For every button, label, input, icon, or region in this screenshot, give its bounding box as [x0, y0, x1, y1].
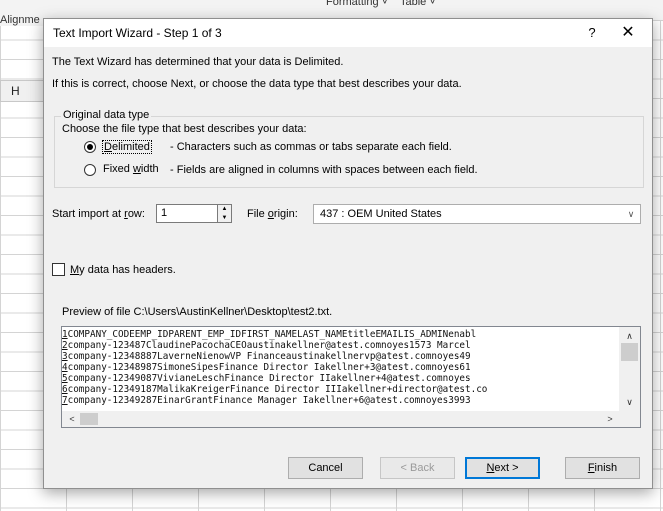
headers-accesskey: M	[70, 264, 80, 276]
scroll-up-icon[interactable]: ∧	[619, 329, 640, 343]
file-origin-label: File origin:	[247, 208, 298, 220]
preview-line: 6company-12349187MalikaKreigerFinance Di…	[62, 384, 610, 395]
fixed-width-label-post: idth	[140, 163, 159, 175]
start-row-input[interactable]: 1	[156, 204, 218, 223]
file-preview-pane[interactable]: 1COMPANY_CODEEMP_IDPARENT_EMP_IDFIRST_NA…	[61, 326, 641, 428]
my-data-has-headers-checkbox[interactable]	[52, 263, 65, 276]
chevron-down-icon: ˅	[429, 0, 436, 8]
choose-type-text: Choose the file type that best describes…	[62, 123, 307, 135]
finish-button[interactable]: Finish	[565, 457, 640, 479]
delimited-radio[interactable]	[84, 141, 96, 153]
next-label-post: ext >	[494, 462, 519, 474]
scroll-corner	[619, 411, 640, 427]
back-button[interactable]: < Back	[380, 457, 455, 479]
intro-text-2: If this is correct, choose Next, or choo…	[52, 78, 462, 90]
preview-line: 5company-12349087VivianeLeschFinance Dir…	[62, 373, 610, 384]
finish-accesskey: F	[587, 462, 595, 474]
close-button[interactable]: ✕	[618, 23, 638, 43]
start-row-label-post: ow:	[127, 208, 145, 220]
column-header-h[interactable]: H	[0, 80, 48, 102]
delimited-label-post: elimited	[111, 141, 150, 153]
ribbon-formatting[interactable]: Formatting ˅	[326, 0, 388, 8]
preview-line-text: COMPANY_CODEEMP_IDPARENT_EMP_IDFIRST_NAM…	[67, 329, 477, 340]
preview-line: 7company-12349287EinarGrantFinance Manag…	[62, 395, 610, 406]
vertical-scroll-thumb[interactable]	[621, 343, 638, 361]
chevron-down-icon: ˅	[381, 0, 389, 8]
start-row-spinner[interactable]: ▲ ▼	[218, 204, 232, 223]
preview-vertical-scrollbar[interactable]: ∧ ∨	[619, 327, 640, 411]
fixed-width-description: - Fields are aligned in columns with spa…	[170, 164, 478, 176]
preview-line-text: company-12349187MalikaKreigerFinance Dir…	[67, 384, 488, 395]
preview-line: 4company-12348987SimoneSipesFinance Dire…	[62, 362, 610, 373]
start-row-label-pre: Start import at	[52, 208, 125, 220]
ribbon-table-label: Table	[400, 0, 427, 8]
fixed-width-radio[interactable]	[84, 164, 96, 176]
delimited-label[interactable]: Delimited	[102, 140, 152, 154]
group-label: Original data type	[61, 109, 152, 121]
preview-line-text: company-12349287EinarGrantFinance Manage…	[67, 395, 471, 406]
delimited-accesskey: D	[104, 141, 112, 153]
preview-line: 3company-12348887LaverneNienowVP Finance…	[62, 351, 610, 362]
fixed-width-accesskey: w	[132, 163, 141, 175]
headers-checkbox-label[interactable]: My data has headers.	[70, 264, 176, 276]
cancel-button[interactable]: Cancel	[288, 457, 363, 479]
start-row-label: Start import at row:	[52, 208, 145, 220]
scroll-right-icon[interactable]: >	[602, 411, 618, 427]
excel-ribbon-strip: Formatting ˅ Table ˅	[0, 0, 663, 20]
file-origin-label-pre: File	[247, 208, 268, 220]
dialog-title: Text Import Wizard - Step 1 of 3	[53, 26, 222, 40]
preview-line: 2company-123487ClaudinePacochaCEOaustina…	[62, 340, 610, 351]
next-button[interactable]: Next >	[465, 457, 540, 479]
fixed-width-label[interactable]: Fixed width	[103, 163, 159, 175]
preview-horizontal-scrollbar[interactable]: < >	[62, 411, 619, 427]
headers-label-post: y data has headers.	[79, 264, 176, 276]
text-import-wizard-dialog: Text Import Wizard - Step 1 of 3 ? ✕ The…	[43, 18, 653, 489]
help-button[interactable]: ?	[582, 23, 602, 43]
column-header-label: H	[11, 84, 20, 98]
preview-lines: 1COMPANY_CODEEMP_IDPARENT_EMP_IDFIRST_NA…	[62, 329, 610, 406]
ribbon-alignment-label: Alignme	[0, 14, 44, 26]
preview-line: 1COMPANY_CODEEMP_IDPARENT_EMP_IDFIRST_NA…	[62, 329, 610, 340]
start-row-value: 1	[161, 207, 168, 219]
scroll-down-icon[interactable]: ∨	[619, 395, 640, 409]
horizontal-scroll-thumb[interactable]	[80, 413, 98, 425]
ribbon-table[interactable]: Table ˅	[400, 0, 436, 8]
file-origin-value: 437 : OEM United States	[320, 208, 442, 220]
preview-line-text: company-12348887LaverneNienowVP Financea…	[67, 351, 471, 362]
finish-label-post: inish	[594, 462, 618, 474]
file-origin-label-post: rigin:	[273, 208, 298, 220]
preview-line-text: company-12348987SimoneSipesFinance Direc…	[67, 362, 471, 373]
preview-line-text: company-123487ClaudinePacochaCEOaustinak…	[67, 340, 471, 351]
scroll-left-icon[interactable]: <	[64, 411, 80, 427]
preview-label: Preview of file C:\Users\AustinKellner\D…	[62, 306, 333, 318]
intro-text-1: The Text Wizard has determined that your…	[52, 56, 344, 68]
dialog-titlebar[interactable]: Text Import Wizard - Step 1 of 3 ? ✕	[44, 19, 652, 47]
chevron-down-icon[interactable]: ∨	[622, 205, 640, 223]
fixed-width-label-pre: Fixed	[103, 163, 133, 175]
file-origin-select[interactable]: 437 : OEM United States ∨	[313, 204, 641, 224]
spin-down-icon[interactable]: ▼	[218, 214, 231, 223]
preview-line-text: company-12349087VivianeLeschFinance Dire…	[67, 373, 471, 384]
delimited-description: - Characters such as commas or tabs sepa…	[170, 141, 452, 153]
spin-up-icon[interactable]: ▲	[218, 205, 231, 214]
ribbon-formatting-label: Formatting	[326, 0, 379, 8]
